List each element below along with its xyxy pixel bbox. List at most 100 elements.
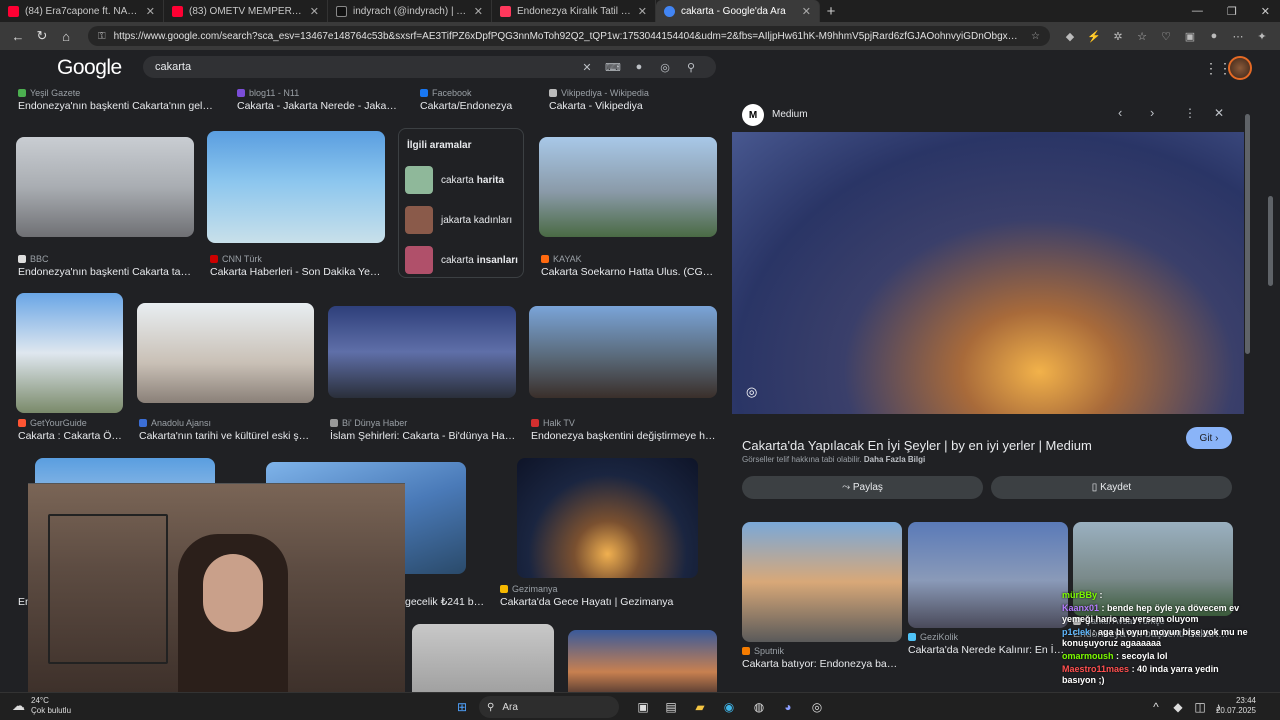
lens-icon[interactable]: ◎ (652, 61, 678, 74)
result-image[interactable] (16, 293, 123, 413)
close-tab-icon[interactable]: ✕ (638, 5, 647, 18)
panel-title[interactable]: Cakarta'da Yapılacak En İyi Şeyler | by … (742, 438, 1092, 453)
result-caption[interactable]: gecelik ₺241 ba... (405, 596, 485, 608)
more-options-icon[interactable]: ⋮ (1184, 106, 1196, 120)
profile-icon[interactable]: ● (1202, 30, 1226, 42)
visit-button[interactable]: Git › (1186, 427, 1232, 449)
app-icon[interactable]: ◍ (749, 697, 769, 717)
preview-image[interactable] (732, 132, 1244, 414)
lens-search-icon[interactable]: ◎ (746, 384, 757, 400)
result-source: Anadolu Ajansı (139, 418, 211, 428)
result-caption[interactable]: Cakarta'da Gece Hayatı | Gezimanya (500, 596, 700, 608)
puzzle-icon[interactable]: ✲ (1106, 30, 1130, 43)
result-image[interactable] (207, 131, 385, 243)
edge-icon[interactable]: ◉ (719, 697, 739, 717)
result-caption[interactable]: Cakarta/Endonezya (420, 100, 530, 112)
result-image[interactable] (328, 306, 516, 398)
result-caption[interactable]: Cakarta : Cakarta Öz... (18, 430, 123, 442)
google-logo[interactable]: Google (57, 56, 122, 80)
save-button[interactable]: ▯ Kaydet (991, 476, 1232, 499)
related-search-item[interactable]: cakarta harita (405, 165, 523, 195)
bookmark-star-icon[interactable]: ☆ (1031, 31, 1040, 42)
taskbar-search[interactable]: ⚲ Ara (479, 696, 619, 718)
url-input[interactable]: ⚿ https://www.google.com/search?sca_esv=… (88, 26, 1050, 46)
close-window-icon[interactable]: ✕ (1261, 5, 1270, 18)
task-view-icon[interactable]: ▣ (633, 697, 653, 717)
maximize-icon[interactable]: ❐ (1227, 5, 1237, 18)
result-caption[interactable]: Endonezya'nın başkenti Cakarta'nın gelec… (18, 100, 218, 112)
similar-image[interactable] (742, 522, 902, 642)
more-info-link[interactable]: Daha Fazla Bilgi (864, 455, 925, 464)
result-image[interactable] (517, 458, 698, 578)
search-icon[interactable]: ⚲ (678, 61, 704, 74)
extension-icon[interactable]: ⚡ (1082, 30, 1106, 43)
next-icon[interactable]: › (1150, 105, 1154, 120)
result-caption[interactable]: Cakarta'da Nerede Kalınır: En İyi B... (908, 644, 1068, 656)
minimize-icon[interactable]: — (1192, 5, 1203, 17)
browser-tab[interactable]: indyrach (@indyrach) | TikTok✕ (328, 0, 492, 22)
mic-icon[interactable]: ● (626, 61, 652, 73)
tray-chevron-icon[interactable]: ^ (1146, 697, 1166, 717)
search-box[interactable]: cakarta ✕ ⌨ ● ◎ ⚲ (143, 56, 716, 78)
clock[interactable]: 23:44 20.07.2025 (1216, 696, 1256, 716)
related-search-item[interactable]: cakarta insanları (405, 245, 523, 275)
close-tab-icon[interactable]: ✕ (146, 5, 155, 18)
share-button[interactable]: ⤳ Paylaş (742, 476, 983, 499)
browser-tab[interactable]: Endonezya Kiralık Tatil Evleri ve E✕ (492, 0, 656, 22)
browser-tab[interactable]: (83) OMETV MEMPERTEMUKAN✕ (164, 0, 328, 22)
reload-icon[interactable]: ↻ (30, 28, 54, 44)
avatar[interactable] (1228, 56, 1252, 80)
keyboard-icon[interactable]: ⌨ (600, 61, 626, 74)
steam-icon[interactable]: ◎ (807, 697, 827, 717)
prev-icon[interactable]: ‹ (1118, 105, 1122, 120)
extension-icon[interactable]: ◆ (1058, 30, 1082, 43)
result-image[interactable] (539, 137, 717, 237)
result-image[interactable] (137, 303, 314, 403)
new-tab-button[interactable]: + (820, 3, 842, 20)
result-caption[interactable]: Endonezya başkentini değiştirmeye hazı..… (531, 430, 717, 442)
panel-scrollbar[interactable] (1245, 114, 1250, 354)
more-menu-icon[interactable]: ⋯ (1226, 30, 1250, 43)
chat-message: Kaanx01 : bende hep öyle ya dövecem ev y… (1062, 603, 1240, 624)
clear-icon[interactable]: ✕ (574, 61, 600, 74)
result-image[interactable] (529, 306, 717, 398)
result-caption[interactable]: Cakarta - Vikipediya (549, 100, 709, 112)
close-panel-icon[interactable]: ✕ (1214, 106, 1224, 120)
panel-source[interactable]: Medium (772, 109, 808, 120)
result-image[interactable] (412, 624, 554, 692)
result-image[interactable] (568, 630, 717, 692)
weather-widget[interactable]: ☁ 24°C Çok bulutlu (12, 696, 71, 716)
bookmark-icon: ▯ (1091, 482, 1101, 493)
similar-image[interactable] (908, 522, 1068, 628)
close-tab-icon[interactable]: ✕ (474, 5, 483, 18)
thumbnail (405, 246, 433, 274)
back-icon[interactable]: ← (6, 29, 30, 44)
browser-tab[interactable]: (84) Era7capone ft. NASTEISHA -✕ (0, 0, 164, 22)
browser-tab-active[interactable]: cakarta - Google'da Ara ✕ (656, 0, 820, 22)
search-input[interactable]: cakarta (155, 61, 574, 73)
result-caption[interactable]: Cakarta Haberleri - Son Dakika Yeni ... (210, 266, 386, 278)
start-icon[interactable]: ⊞ (452, 697, 472, 717)
tab-actions-icon[interactable]: ▣ (1178, 30, 1202, 43)
collections-icon[interactable]: ♡ (1154, 30, 1178, 43)
result-caption[interactable]: Cakarta - Jakarta Nerede - Jakarta ... (237, 100, 397, 112)
result-image[interactable] (16, 137, 194, 237)
result-caption[interactable]: İslam Şehirleri: Cakarta - Bi'dünya Habe… (330, 430, 516, 442)
favorites-icon[interactable]: ☆ (1130, 30, 1154, 43)
home-icon[interactable]: ⌂ (54, 29, 78, 44)
copilot-icon[interactable]: ✦ (1250, 30, 1274, 43)
result-caption[interactable]: Cakarta Soekarno Hatta Ulus. (CGK) ... (541, 266, 717, 278)
file-explorer-icon[interactable]: ▰ (690, 697, 710, 717)
result-caption[interactable]: Endonezya'nın başkenti Cakarta taşın... (18, 266, 194, 278)
tray-icon[interactable]: ◆ (1168, 697, 1188, 717)
widgets-icon[interactable]: ▤ (661, 697, 681, 717)
network-icon[interactable]: ◫ (1190, 697, 1210, 717)
site-info-icon[interactable]: ⚿ (98, 31, 106, 42)
page-scrollbar[interactable] (1268, 196, 1273, 286)
result-caption[interactable]: Cakarta batıyor: Endonezya başke... (742, 658, 902, 670)
close-tab-icon[interactable]: ✕ (310, 5, 319, 18)
related-search-item[interactable]: jakarta kadınları (405, 205, 523, 235)
discord-icon[interactable]: ◕ (778, 697, 798, 717)
result-caption[interactable]: Cakarta'nın tarihi ve kültürel eski şehi… (139, 430, 314, 442)
close-tab-icon[interactable]: ✕ (802, 5, 811, 18)
